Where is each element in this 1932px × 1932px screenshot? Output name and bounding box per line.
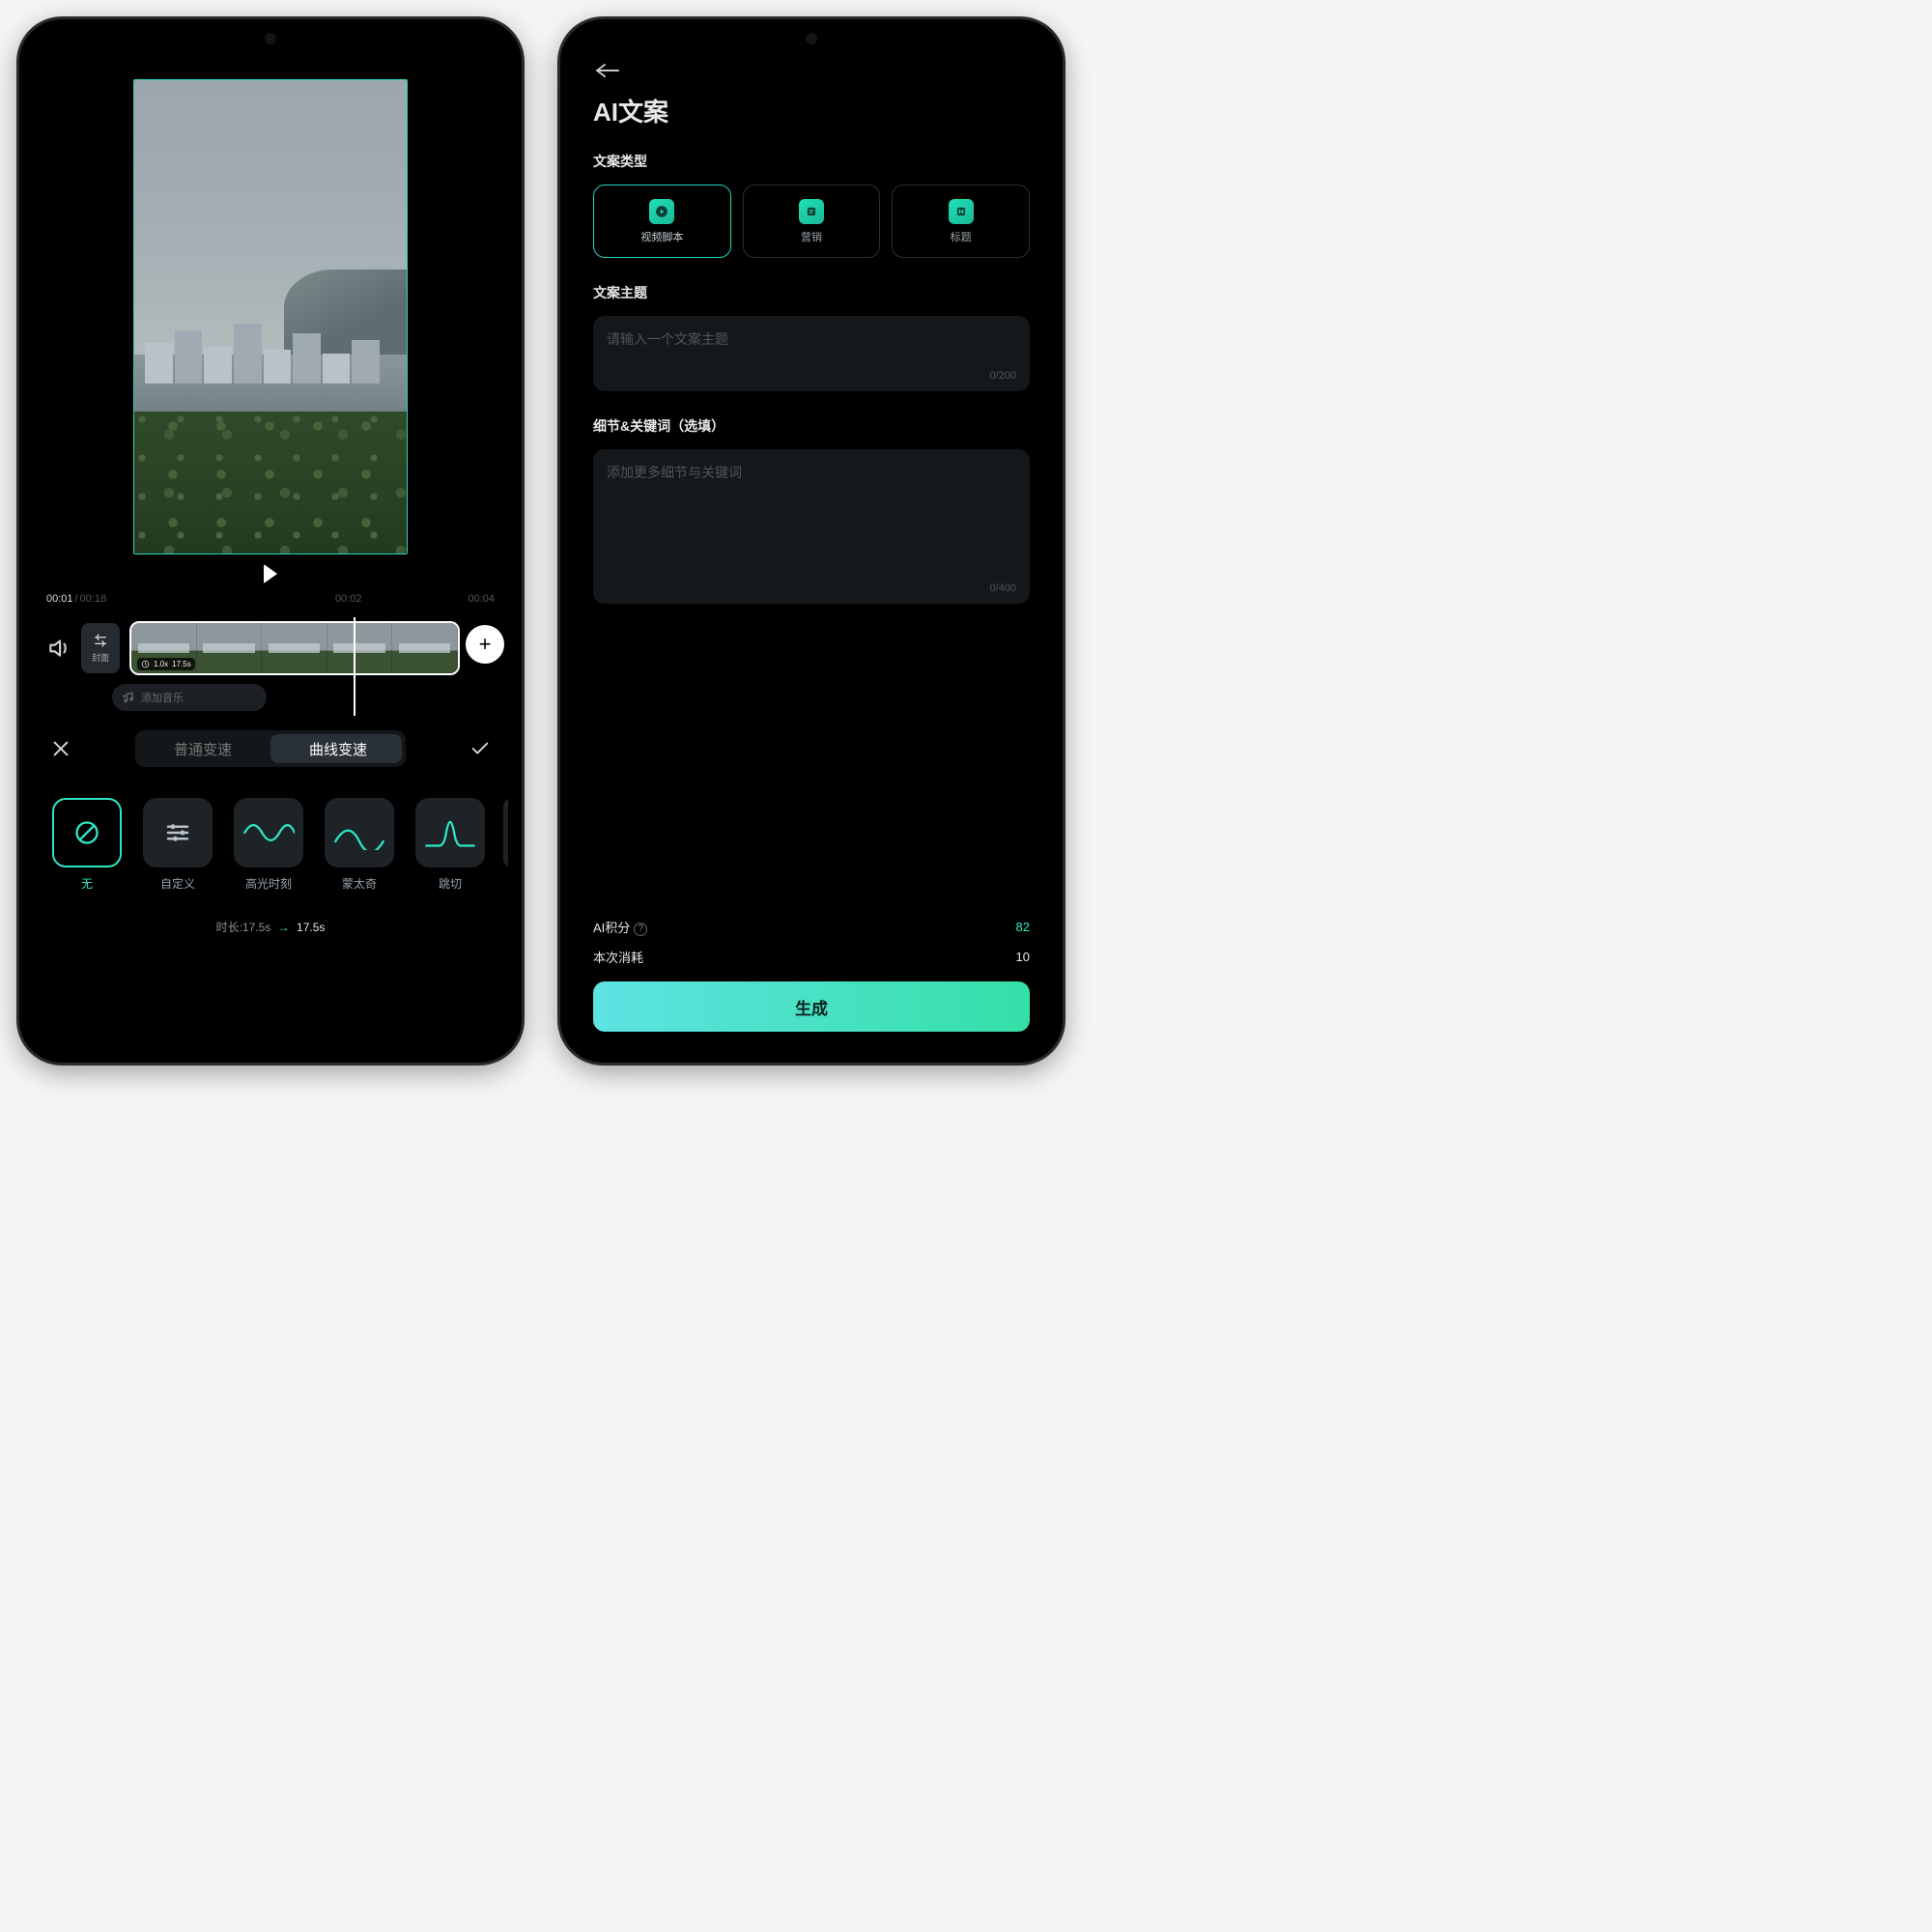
play-button[interactable] (33, 558, 508, 589)
tab-curve-speed[interactable]: 曲线变速 (270, 739, 406, 759)
tab-normal-speed[interactable]: 普通变速 (135, 739, 270, 759)
cover-button[interactable]: 封面 (81, 623, 120, 673)
curve-label: 自定义 (160, 875, 195, 892)
time-current: 00:01 (46, 593, 73, 605)
type-label: 文案类型 (593, 142, 1030, 185)
confirm-button[interactable] (469, 738, 491, 759)
ruler-tick: 00:04 (468, 593, 495, 605)
cover-label: 封面 (92, 651, 109, 664)
theme-input[interactable]: 请输入一个文案主题 0/200 (593, 316, 1030, 391)
credits-label: AI积分? (593, 918, 647, 936)
add-music-button[interactable]: 添加音乐 (112, 684, 267, 711)
details-label: 细节&关键词（选填） (593, 391, 1030, 449)
curve-label: 跳切 (439, 875, 462, 892)
help-icon[interactable]: ? (634, 923, 647, 936)
details-placeholder: 添加更多细节与关键词 (607, 463, 1016, 482)
volume-icon[interactable] (46, 636, 71, 661)
curve-highlight[interactable]: 高光时刻 (230, 798, 307, 892)
page-title: AI文案 (593, 93, 1030, 142)
theme-label: 文案主题 (593, 258, 1030, 316)
curve-more[interactable] (502, 798, 508, 892)
details-count: 0/400 (989, 582, 1016, 594)
type-label-text: 视频脚本 (640, 229, 683, 244)
type-title[interactable]: 标题 (892, 185, 1030, 258)
curve-label: 蒙太奇 (342, 875, 377, 892)
duration-readout: 时长:17.5s → 17.5s (33, 901, 508, 949)
clip-badge: 1.0x 17.5s (137, 658, 195, 670)
camera-notch (806, 33, 817, 44)
phone-editor: 00:01 / 00:18 00:02 00:04 封面 (19, 19, 522, 1063)
curve-jumpcut[interactable]: 跳切 (412, 798, 489, 892)
close-button[interactable] (50, 738, 71, 759)
cost-label: 本次消耗 (593, 948, 643, 966)
type-label-text: 标题 (951, 229, 972, 244)
add-clip-button[interactable]: + (466, 625, 504, 664)
curve-none[interactable]: 无 (48, 798, 126, 892)
phone-ai-copy: AI文案 文案类型 视频脚本 营销 (560, 19, 1063, 1063)
curve-label: 无 (81, 875, 93, 892)
theme-placeholder: 请输入一个文案主题 (607, 329, 1016, 349)
add-music-label: 添加音乐 (141, 690, 184, 705)
curve-montage[interactable]: 蒙太奇 (321, 798, 398, 892)
time-total: 00:18 (80, 593, 107, 605)
camera-notch (265, 33, 276, 44)
speed-tabs: 普通变速 曲线变速 (135, 730, 406, 767)
details-input[interactable]: 添加更多细节与关键词 0/400 (593, 449, 1030, 604)
theme-count: 0/200 (989, 370, 1016, 382)
type-label-text: 营销 (801, 229, 822, 244)
video-preview[interactable] (133, 79, 408, 554)
video-clip[interactable]: ‹ 1.0x 17.5s (129, 621, 460, 675)
ruler-tick: 00:02 (335, 593, 362, 605)
credits-value: 82 (1016, 920, 1030, 934)
cost-value: 10 (1016, 950, 1030, 964)
type-marketing[interactable]: 营销 (743, 185, 881, 258)
curve-custom[interactable]: 自定义 (139, 798, 216, 892)
curve-label: 高光时刻 (245, 875, 292, 892)
type-video-script[interactable]: 视频脚本 (593, 185, 731, 258)
generate-button[interactable]: 生成 (593, 981, 1030, 1032)
